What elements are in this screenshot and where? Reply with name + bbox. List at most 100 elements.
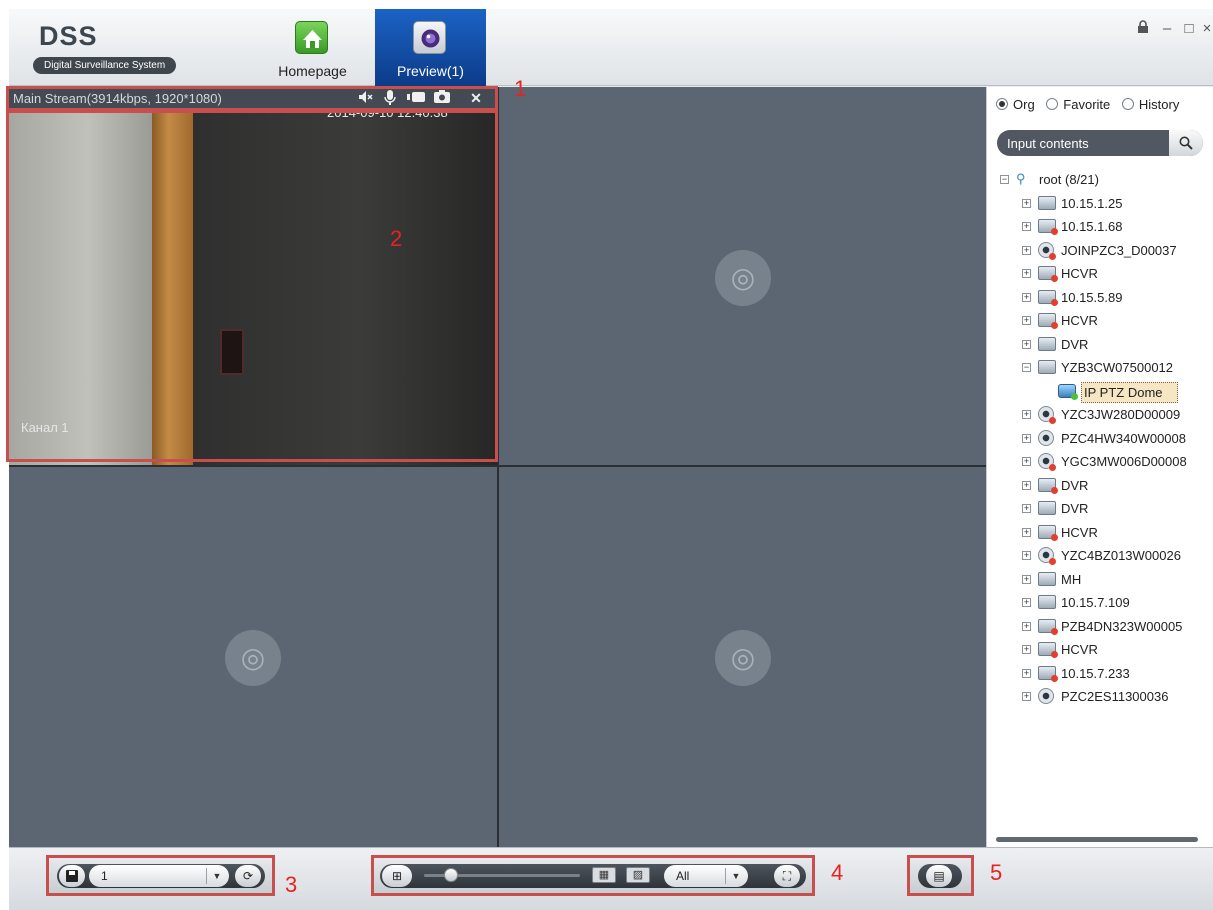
radio-favorite-indicator[interactable] xyxy=(1046,98,1059,110)
expand-icon[interactable]: + xyxy=(1022,316,1031,325)
record-icon[interactable] xyxy=(407,90,425,106)
camera-device-icon xyxy=(1038,453,1056,471)
refresh-icon[interactable]: ⟳ xyxy=(235,865,261,887)
tree-node[interactable]: + HCVR xyxy=(997,640,1213,664)
video-feed[interactable]: 2014-09-10 12:40:38 Канал 1 xyxy=(9,111,497,465)
expand-icon[interactable]: + xyxy=(1022,433,1031,443)
tree-node[interactable]: +10.15.5.89 xyxy=(997,288,1213,312)
expand-icon[interactable]: + xyxy=(1022,598,1031,607)
tree-node[interactable]: + MH xyxy=(997,570,1213,594)
expand-icon[interactable]: + xyxy=(1022,480,1031,490)
tree-node[interactable]: + DVR xyxy=(997,499,1213,523)
tree-node[interactable]: +10.15.1.25 xyxy=(997,194,1213,218)
radio-org-indicator[interactable] xyxy=(996,98,1008,110)
tv-wall-icon[interactable]: ▤ xyxy=(926,865,952,887)
radio-history[interactable]: History xyxy=(1121,97,1187,112)
tree-node[interactable]: + PZB4DN323W00005 xyxy=(997,617,1213,641)
minimize-button[interactable]: – xyxy=(1159,20,1175,37)
tree-node[interactable]: − ⚲ root (8/21) xyxy=(997,170,1213,194)
close-video-button[interactable]: ✕ xyxy=(467,90,485,107)
nav-tab-homepage[interactable]: Homepage xyxy=(257,9,368,86)
header-bar: DSS Digital Surveillance System Homepage… xyxy=(9,9,1213,86)
expand-icon[interactable]: + xyxy=(1022,551,1031,560)
annotation-label-2: 2 xyxy=(390,226,403,251)
expand-icon[interactable]: + xyxy=(1022,292,1031,302)
save-icon[interactable] xyxy=(59,865,85,887)
fullscreen-icon[interactable]: ⛶ xyxy=(774,865,800,887)
lock-icon[interactable] xyxy=(1135,20,1151,37)
view-select[interactable]: 1 ▼ xyxy=(89,865,229,887)
app-window: DSS Digital Surveillance System Homepage… xyxy=(9,9,1213,910)
search-icon[interactable] xyxy=(1169,130,1203,156)
expand-icon[interactable]: + xyxy=(1022,222,1031,231)
custom-layout-icon[interactable]: ▨ xyxy=(626,867,650,883)
tree-node[interactable]: +10.15.7.109 xyxy=(997,593,1213,617)
tree-node[interactable]: + HCVR xyxy=(997,311,1213,335)
microphone-icon[interactable] xyxy=(381,90,399,108)
tree-node[interactable]: + JOINPZC3_D00037 xyxy=(997,241,1213,265)
video-grid: Main Stream(3914kbps, 1920*1080) ✕ 2014-… xyxy=(9,87,986,847)
recorder-device-icon xyxy=(1038,665,1058,682)
nav-tab-preview[interactable]: Preview(1) xyxy=(375,9,486,86)
recorder-device-icon xyxy=(1038,219,1058,235)
expand-icon[interactable]: + xyxy=(1022,574,1031,584)
video-cell-3[interactable]: ◎ xyxy=(9,467,497,847)
tree-node[interactable]: IP PTZ Dome xyxy=(997,381,1213,406)
tree-node[interactable]: + PZC2ES11300036 xyxy=(997,687,1213,711)
expand-icon[interactable]: + xyxy=(1022,504,1031,513)
chevron-down-icon[interactable]: ▼ xyxy=(727,867,745,885)
expand-icon[interactable]: + xyxy=(1022,457,1031,466)
stream-filter-select[interactable]: All ▼ xyxy=(664,865,748,887)
grid-layout-icon[interactable]: ▦ xyxy=(592,867,616,883)
tree-node[interactable]: + YZC3JW280D00009 xyxy=(997,405,1213,429)
expand-icon[interactable]: + xyxy=(1022,339,1031,349)
tree-node[interactable]: + DVR xyxy=(997,335,1213,359)
expand-icon[interactable]: + xyxy=(1022,692,1031,701)
recorder-device-icon xyxy=(1038,266,1058,282)
expand-icon[interactable]: + xyxy=(1022,527,1031,537)
close-window-button[interactable]: × xyxy=(1199,20,1213,37)
annotation-label-3: 3 xyxy=(285,872,298,897)
expand-icon[interactable]: + xyxy=(1022,410,1031,419)
expand-icon[interactable]: + xyxy=(1022,621,1031,631)
tree-node[interactable]: + YGC3MW006D00008 xyxy=(997,452,1213,476)
expand-icon[interactable]: + xyxy=(1022,269,1031,278)
maximize-button[interactable]: □ xyxy=(1181,20,1197,37)
stream-filter-value: All xyxy=(676,869,690,883)
annotation-label-4: 4 xyxy=(831,860,844,885)
expand-icon[interactable]: + xyxy=(1022,245,1031,255)
nav-tab-homepage-label: Homepage xyxy=(278,63,347,79)
tree-node[interactable]: +10.15.1.68 xyxy=(997,217,1213,241)
tree-node[interactable]: + DVR xyxy=(997,476,1213,500)
video-cell-2[interactable]: ◎ xyxy=(499,87,986,465)
radio-favorite[interactable]: Favorite xyxy=(1046,97,1118,112)
tree-node[interactable]: + HCVR xyxy=(997,264,1213,288)
expand-icon[interactable]: + xyxy=(1022,198,1031,208)
radio-org[interactable]: Org xyxy=(996,97,1043,112)
tree-node[interactable]: − YZB3CW07500012 xyxy=(997,358,1213,382)
panel-scrollbar[interactable] xyxy=(996,837,1198,842)
search-input[interactable]: Input contents xyxy=(997,130,1203,156)
expand-icon[interactable]: + xyxy=(1022,645,1031,654)
layout-slider-knob[interactable] xyxy=(444,868,458,882)
stream-info-label: Main Stream(3914kbps, 1920*1080) xyxy=(13,91,222,106)
tree-node[interactable]: + PZC4HW340W00008 xyxy=(997,429,1213,453)
nav-tab-preview-label: Preview(1) xyxy=(397,63,464,79)
tree-node[interactable]: +10.15.7.233 xyxy=(997,664,1213,688)
collapse-icon[interactable]: − xyxy=(1022,363,1031,372)
view-select-value: 1 xyxy=(101,869,108,883)
chevron-down-icon[interactable]: ▼ xyxy=(208,867,226,885)
video-cell-1[interactable]: Main Stream(3914kbps, 1920*1080) ✕ 2014-… xyxy=(9,87,497,465)
expand-icon[interactable]: + xyxy=(1022,668,1031,678)
video-cell-4[interactable]: ◎ xyxy=(499,467,986,847)
audio-off-icon[interactable] xyxy=(356,90,374,107)
tree-node[interactable]: + YZC4BZ013W00026 xyxy=(997,546,1213,570)
snapshot-icon[interactable] xyxy=(433,90,451,106)
collapse-icon[interactable]: − xyxy=(1000,175,1009,184)
single-layout-icon[interactable]: ⊞ xyxy=(382,865,412,887)
stream-filter-divider xyxy=(725,868,726,884)
radio-history-indicator[interactable] xyxy=(1121,98,1134,110)
view-select-divider xyxy=(206,868,207,884)
tree-node[interactable]: + HCVR xyxy=(997,523,1213,547)
tree-node-label: HCVR xyxy=(1061,524,1098,540)
